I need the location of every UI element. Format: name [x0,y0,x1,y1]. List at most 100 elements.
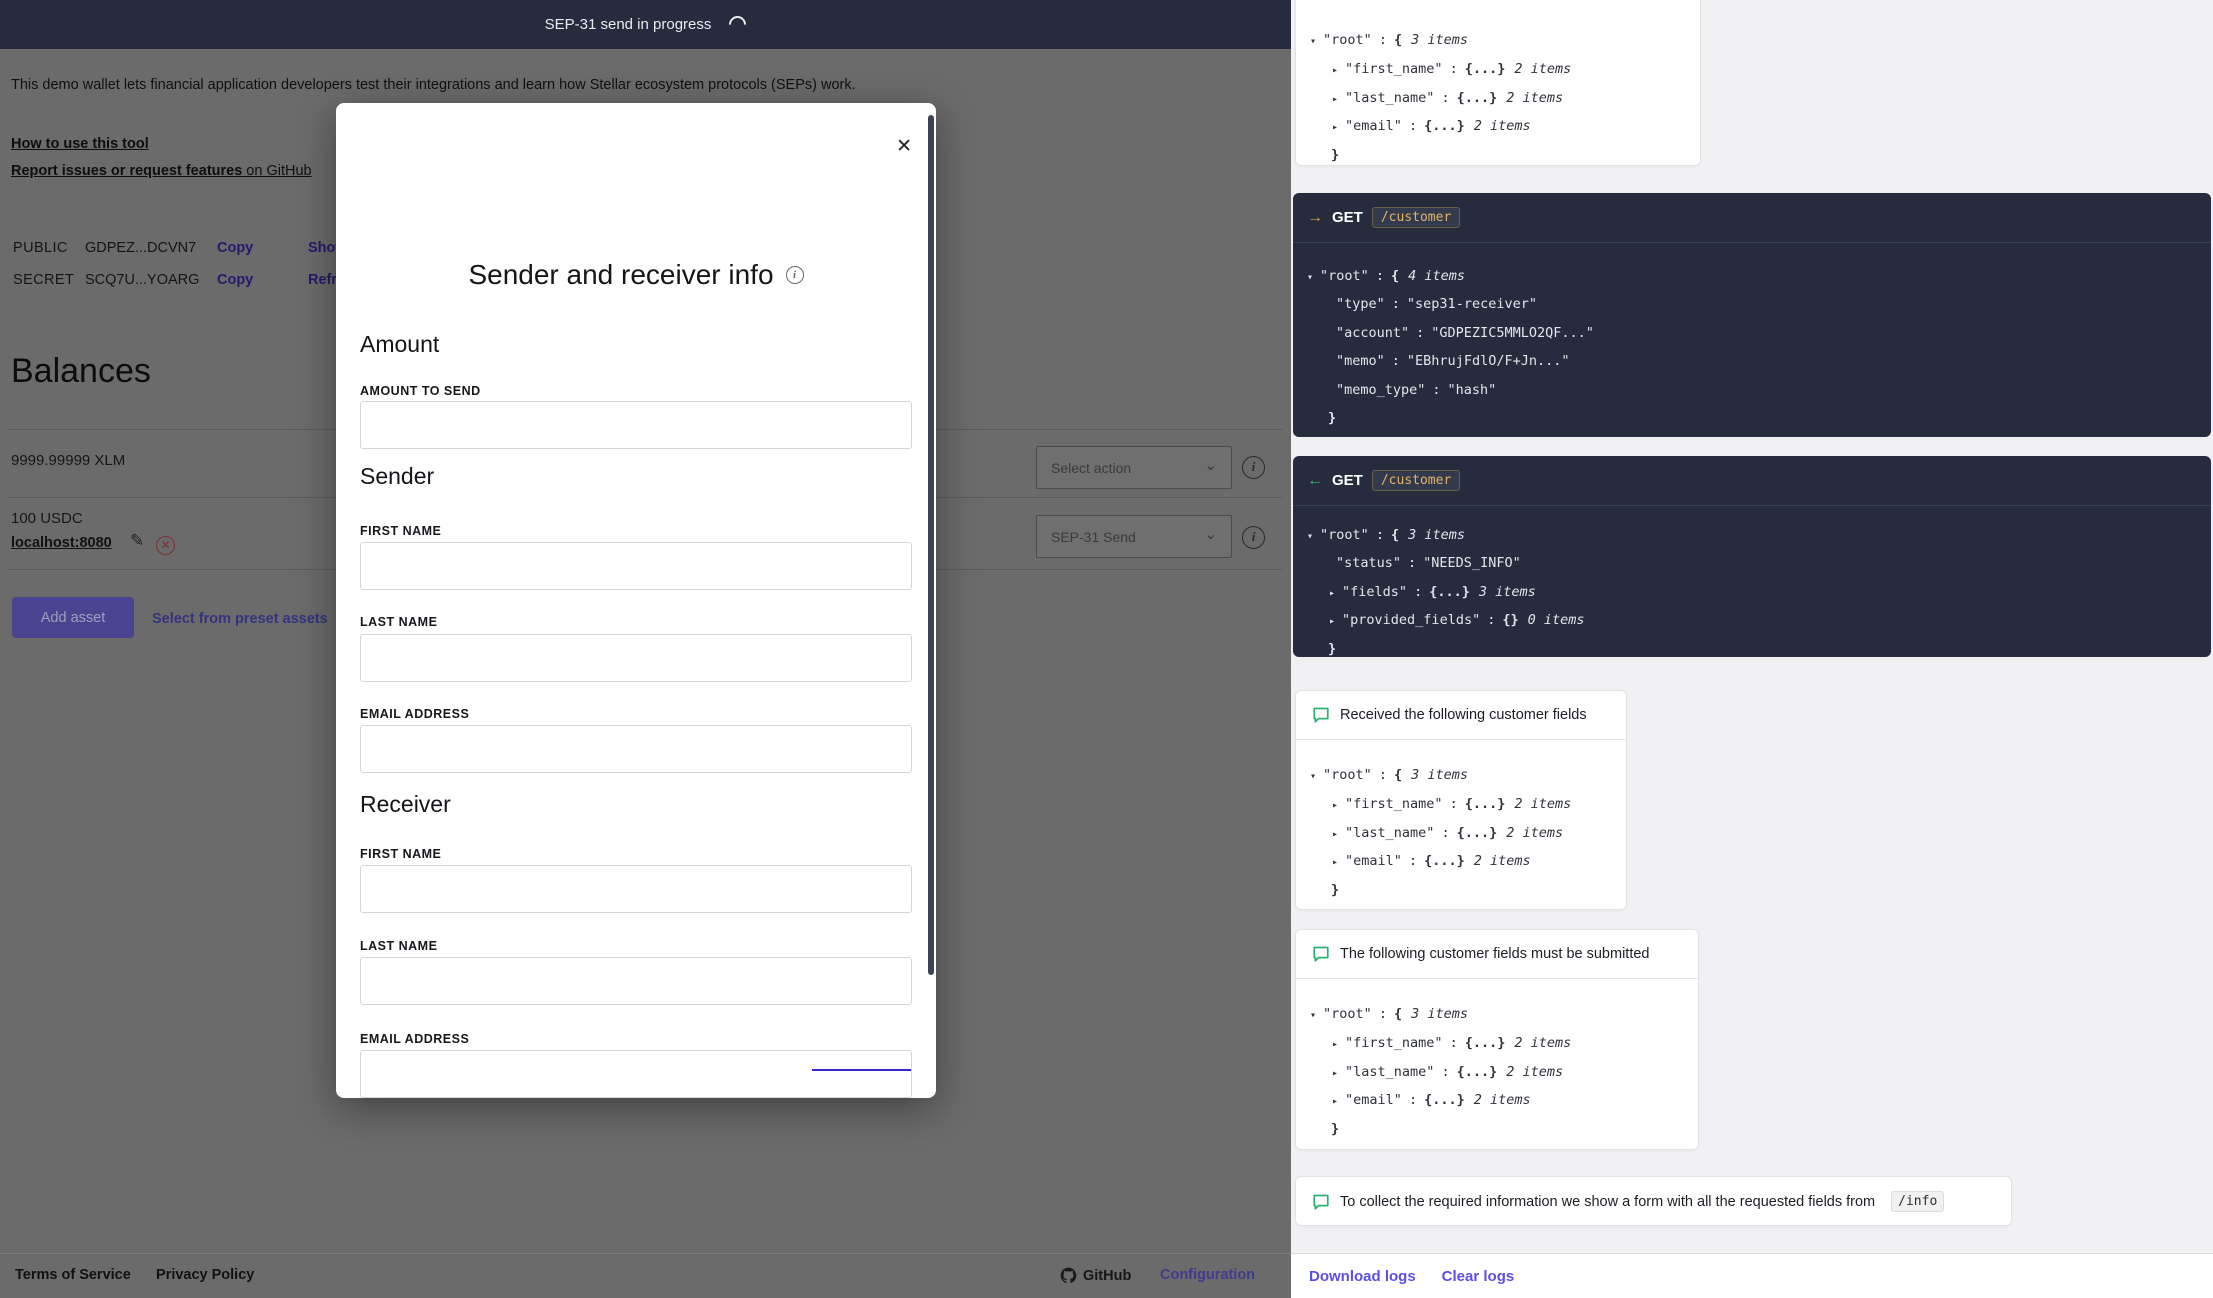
public-key-value: GDPEZ...DCVN7 [85,240,215,256]
balance-usdc-amount: 100 USDC [11,510,83,527]
request-path-badge: /customer [1372,207,1460,228]
secret-key-value: SCQ7U...YOARG [85,272,215,288]
json-tree-row: ▸"email":{...}2 items [1310,1087,1684,1116]
receiver-first-name-input[interactable] [360,865,912,913]
request-header: ← GET /customer [1293,456,2211,506]
json-tree-row: ▸"last_name":{...}2 items [1310,85,1686,114]
message-text: Received the following customer fields [1340,707,1587,723]
receiver-email-label: EMAIL ADDRESS [360,1032,469,1046]
clear-logs-link[interactable]: Clear logs [1442,1268,1515,1285]
github-icon [1060,1267,1077,1284]
json-tree-row: } [1307,405,2197,433]
how-to-use-link[interactable]: How to use this tool [11,136,149,152]
add-asset-button[interactable]: Add asset [12,597,134,638]
tree-caret-icon[interactable]: ▸ [1332,1068,1338,1079]
amount-to-send-input[interactable] [360,401,912,449]
sender-email-label: EMAIL ADDRESS [360,707,469,721]
xlm-action-select[interactable]: Select action ⌄ [1036,446,1232,489]
receiver-email-input[interactable] [360,1050,912,1098]
json-tree-row: } [1310,1116,1684,1145]
json-tree: ▾"root":{3 items ▸"first_name":{...}2 it… [1296,978,1698,1157]
tree-caret-icon[interactable]: ▸ [1332,1039,1338,1050]
tree-caret-icon[interactable]: ▸ [1332,122,1338,133]
sender-email-input[interactable] [360,725,912,773]
usdc-home-domain-link[interactable]: localhost:8080 [11,535,112,551]
modal-info-icon[interactable]: i [786,266,804,284]
tree-caret-icon[interactable]: ▸ [1332,800,1338,811]
json-tree-row: ▾"root":{3 items [1310,27,1686,56]
chat-bubble-icon [1312,1193,1330,1211]
tree-caret-icon[interactable]: ▾ [1307,272,1313,283]
request-method: GET [1332,209,1363,226]
usdc-info-icon[interactable]: i [1242,526,1265,549]
tree-caret-icon[interactable]: ▸ [1332,94,1338,105]
progress-toast: SEP-31 send in progress [0,0,1291,49]
json-tree-row: "memo":"EBhrujFdlO/F+Jn..." [1307,348,2197,376]
incoming-arrow-icon: ← [1307,472,1323,490]
tree-caret-icon[interactable]: ▸ [1332,65,1338,76]
receiver-last-name-input[interactable] [360,957,912,1005]
xlm-info-icon[interactable]: i [1242,456,1265,479]
request-header: → GET /customer [1293,193,2211,243]
tree-caret-icon[interactable]: ▸ [1329,616,1335,627]
tree-caret-icon[interactable]: ▾ [1307,531,1313,542]
app-description: This demo wallet lets financial applicat… [11,77,971,93]
json-tree: ▾"root":{3 items ▸"first_name":{...}2 it… [1296,0,1700,185]
json-tree-row: ▸"first_name":{...}2 items [1310,56,1686,85]
report-issues-suffix: on GitHub [242,163,311,179]
info-endpoint-badge: /info [1891,1191,1944,1212]
tree-caret-icon[interactable]: ▾ [1310,771,1316,782]
balances-heading: Balances [11,352,151,391]
public-key-label: PUBLIC [13,240,83,256]
privacy-policy-link[interactable]: Privacy Policy [156,1267,254,1283]
tree-caret-icon[interactable]: ▸ [1332,829,1338,840]
log-card-get-request: → GET /customer ▾"root":{4 items "type":… [1293,193,2211,437]
usdc-action-select[interactable]: SEP-31 Send ⌄ [1036,515,1232,558]
receiver-section-heading: Receiver [360,791,451,818]
session-logs-panel: ▾"root":{3 items ▸"first_name":{...}2 it… [1291,0,2213,1298]
remove-asset-icon[interactable]: ✕ [156,536,175,555]
json-tree-row: ▸"provided_fields":{}0 items [1307,607,2197,635]
terms-of-service-link[interactable]: Terms of Service [15,1267,131,1283]
log-card-message: To collect the required information we s… [1295,1176,2012,1226]
tree-caret-icon[interactable]: ▸ [1332,1096,1338,1107]
chat-bubble-icon [1312,706,1330,724]
receiver-first-name-label: FIRST NAME [360,847,441,861]
download-logs-link[interactable]: Download logs [1309,1268,1416,1285]
tree-caret-icon[interactable]: ▾ [1310,36,1316,47]
tree-caret-icon[interactable]: ▾ [1310,1010,1316,1021]
report-issues-line: Report issues or request features on Git… [11,163,312,179]
sender-first-name-input[interactable] [360,542,912,590]
json-tree-row: ▸"email":{...}2 items [1310,113,1686,142]
usdc-action-select-value: SEP-31 Send [1051,529,1204,545]
json-tree-row: } [1307,636,2197,664]
json-tree-row: ▸"first_name":{...}2 items [1310,1030,1684,1059]
json-tree-row: ▾"root":{4 items [1307,263,2197,291]
progress-toast-label: SEP-31 send in progress [545,16,712,33]
json-tree: ▾"root":{3 items "status":"NEEDS_INFO" ▸… [1293,506,2211,670]
copy-public-key-link[interactable]: Copy [217,240,253,256]
sender-last-name-input[interactable] [360,634,912,682]
report-issues-link[interactable]: Report issues or request features [11,163,242,179]
edit-asset-icon[interactable]: ✎ [130,531,144,551]
tree-caret-icon[interactable]: ▸ [1332,857,1338,868]
message-text: To collect the required information we s… [1340,1194,1875,1210]
github-link[interactable]: GitHub [1060,1267,1131,1284]
preset-assets-link[interactable]: Select from preset assets [152,611,328,627]
xlm-action-select-value: Select action [1051,460,1204,476]
amount-section-heading: Amount [360,331,439,358]
log-card-message: Received the following customer fields ▾… [1295,690,1627,910]
tree-caret-icon[interactable]: ▸ [1329,588,1335,599]
json-tree-row: ▾"root":{3 items [1307,522,2197,550]
configuration-link[interactable]: Configuration [1160,1267,1255,1283]
json-tree-row: ▸"last_name":{...}2 items [1310,1059,1684,1088]
modal-scrollbar[interactable] [928,115,934,975]
sender-receiver-modal: ✕ Sender and receiver infoi Amount AMOUN… [336,103,936,1098]
log-card-json-partial: ▾"root":{3 items ▸"first_name":{...}2 it… [1295,0,1701,166]
copy-secret-key-link[interactable]: Copy [217,272,253,288]
close-icon[interactable]: ✕ [896,135,912,158]
message-header: The following customer fields must be su… [1296,930,1698,978]
json-tree-row: ▸"last_name":{...}2 items [1310,820,1612,849]
secret-key-label: SECRET [13,272,83,288]
chat-bubble-icon [1312,945,1330,963]
